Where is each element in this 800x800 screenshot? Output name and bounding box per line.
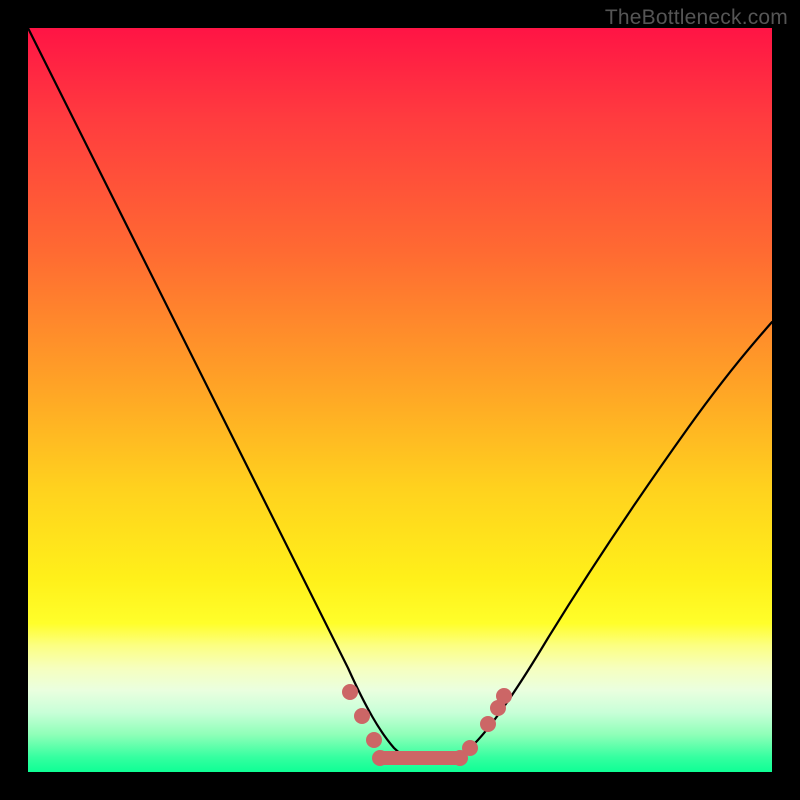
watermark-text: TheBottleneck.com [605,6,788,30]
valley-dot [366,732,382,748]
valley-dot [480,716,496,732]
plot-area [28,28,772,772]
valley-dot [372,750,388,766]
bottleneck-curve [28,28,772,762]
valley-dot [462,740,478,756]
valley-dot [342,684,358,700]
chart-frame: TheBottleneck.com [0,0,800,800]
valley-dot [354,708,370,724]
valley-dot [496,688,512,704]
curve-svg [28,28,772,772]
